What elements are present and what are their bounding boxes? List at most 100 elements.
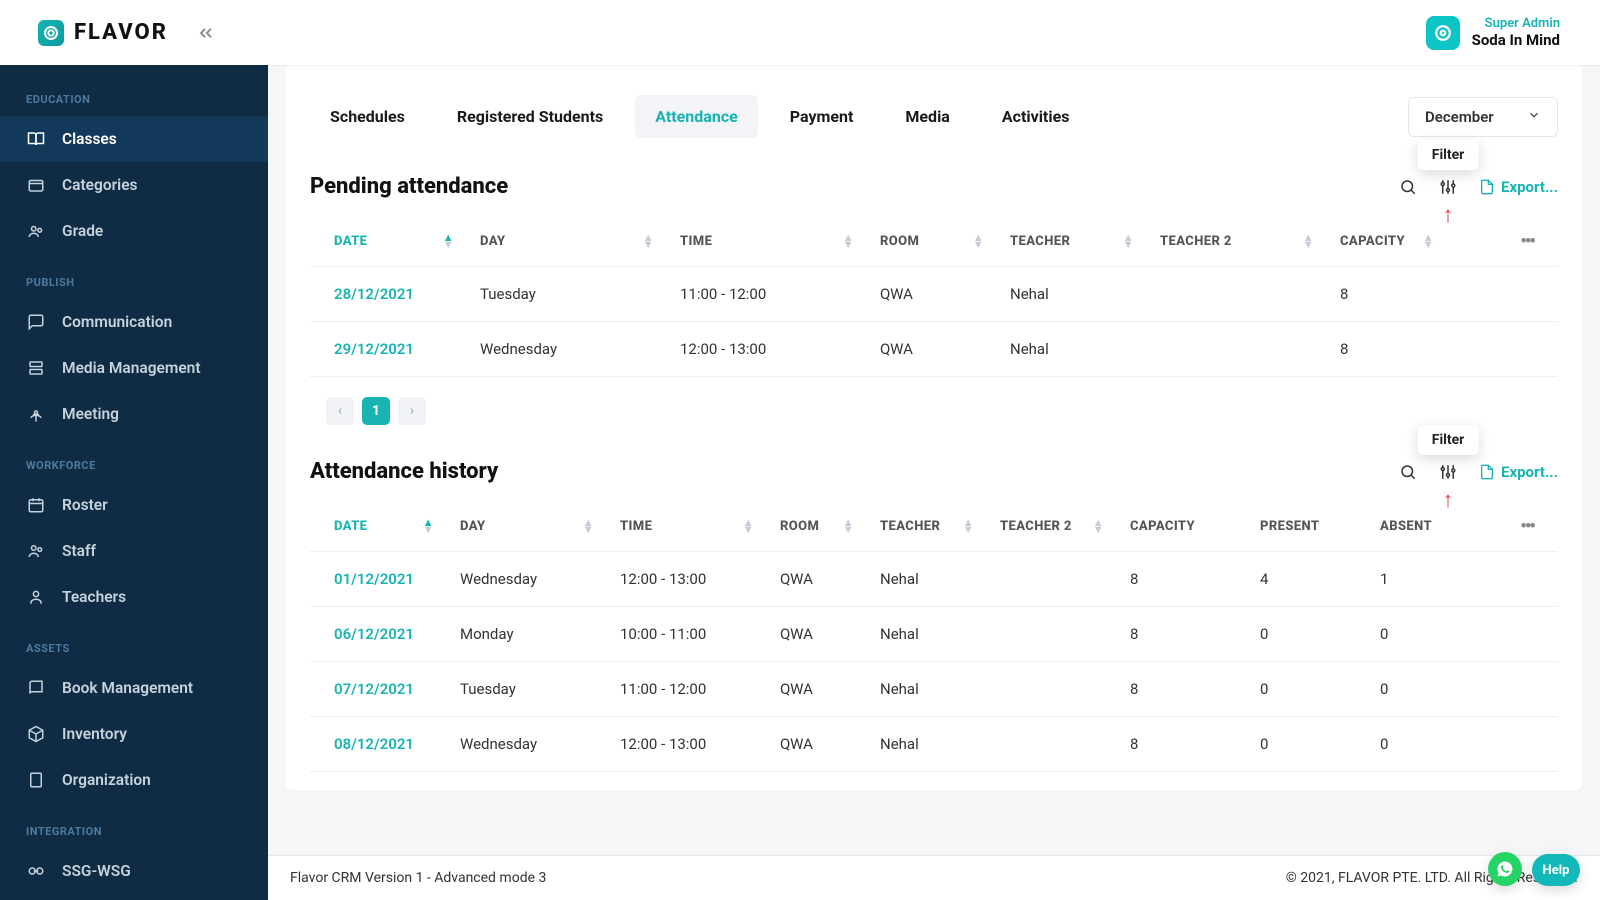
present-cell: 4 — [1250, 552, 1370, 607]
teacher-cell: Nehal — [1000, 267, 1150, 322]
export-button[interactable]: Export... — [1479, 463, 1558, 481]
sidebar-item-teachers[interactable]: Teachers — [0, 574, 268, 620]
date-cell[interactable]: 29/12/2021 — [310, 322, 470, 377]
sidebar-item-grade[interactable]: Grade — [0, 208, 268, 254]
tab-attendance[interactable]: Attendance — [635, 95, 758, 138]
sidebar-item-roster[interactable]: Roster — [0, 482, 268, 528]
layers-icon — [26, 358, 46, 378]
book-icon — [26, 678, 46, 698]
column-header[interactable]: ROOM▲▼ — [870, 217, 1000, 267]
date-cell[interactable]: 08/12/2021 — [310, 717, 450, 772]
date-cell[interactable]: 01/12/2021 — [310, 552, 450, 607]
date-cell[interactable]: 07/12/2021 — [310, 662, 450, 717]
column-header[interactable]: DAY▲▼ — [450, 502, 610, 552]
sidebar-item-inventory[interactable]: Inventory — [0, 711, 268, 757]
column-header[interactable]: CAPACITY — [1120, 502, 1250, 552]
sidebar-item-book-management[interactable]: Book Management — [0, 665, 268, 711]
date-cell[interactable]: 28/12/2021 — [310, 267, 470, 322]
time-cell: 12:00 - 13:00 — [610, 552, 770, 607]
export-label: Export... — [1501, 463, 1558, 481]
sidebar-item-staff[interactable]: Staff — [0, 528, 268, 574]
search-button[interactable] — [1399, 178, 1417, 196]
history-section-head: Attendance history Filter ↑ Export... — [310, 459, 1558, 484]
package-icon — [26, 175, 46, 195]
export-button[interactable]: Export... — [1479, 178, 1558, 196]
filter-button[interactable]: Filter ↑ — [1439, 178, 1457, 196]
sidebar-item-classes[interactable]: Classes — [0, 116, 268, 162]
avatar[interactable] — [1426, 16, 1460, 50]
tabs-row: Schedules Registered Students Attendance Pa… — [310, 95, 1558, 138]
table-row[interactable]: 08/12/2021 Wednesday 12:00 - 13:00 QWA N… — [310, 717, 1558, 772]
main-content: Schedules Registered Students Attendance Pa… — [268, 65, 1600, 856]
date-cell[interactable]: 06/12/2021 — [310, 607, 450, 662]
collapse-sidebar-button[interactable] — [196, 23, 216, 43]
tab-media[interactable]: Media — [885, 95, 969, 138]
sidebar-item-ssg-wsg[interactable]: SSG-WSG — [0, 848, 268, 894]
sidebar-item-label: Communication — [62, 313, 172, 331]
pager: ‹ 1 › — [326, 397, 1558, 425]
column-header[interactable]: PRESENT — [1250, 502, 1370, 552]
day-cell: Monday — [450, 607, 610, 662]
history-tools: Filter ↑ Export... — [1399, 463, 1558, 481]
sidebar-item-communication[interactable]: Communication — [0, 299, 268, 345]
column-header[interactable]: TEACHER 2▲▼ — [1150, 217, 1330, 267]
column-header[interactable]: ABSENT — [1370, 502, 1480, 552]
brand-logo[interactable]: FLAVOR — [38, 20, 168, 46]
sidebar-item-label: SSG-WSG — [62, 862, 131, 880]
tab-registered-students[interactable]: Registered Students — [437, 95, 623, 138]
absent-cell: 1 — [1370, 552, 1480, 607]
tab-payment[interactable]: Payment — [770, 95, 874, 138]
column-header[interactable]: DAY▲▼ — [470, 217, 670, 267]
present-cell: 0 — [1250, 717, 1370, 772]
sidebar-item-label: Book Management — [62, 679, 193, 697]
room-cell: QWA — [870, 267, 1000, 322]
help-button[interactable]: Help — [1532, 854, 1580, 886]
table-row[interactable]: 28/12/2021 Tuesday 11:00 - 12:00 QWA Neh… — [310, 267, 1558, 322]
more-column[interactable]: ••• — [1450, 217, 1558, 267]
sidebar-item-organization[interactable]: Organization — [0, 757, 268, 803]
podcast-icon — [26, 404, 46, 424]
sidebar-section-title: EDUCATION — [0, 87, 268, 116]
capacity-cell: 8 — [1120, 607, 1250, 662]
pager-prev[interactable]: ‹ — [326, 397, 354, 425]
sidebar-item-categories[interactable]: Categories — [0, 162, 268, 208]
sidebar-item-label: Media Management — [62, 359, 201, 377]
teacher2-cell — [990, 717, 1120, 772]
user-meta[interactable]: Super Admin Soda In Mind — [1472, 16, 1560, 50]
column-header[interactable]: DATE▲▼ — [310, 217, 470, 267]
column-header[interactable]: TEACHER 2▲▼ — [990, 502, 1120, 552]
day-cell: Tuesday — [470, 267, 670, 322]
search-button[interactable] — [1399, 463, 1417, 481]
class-card: Schedules Registered Students Attendance Pa… — [286, 65, 1582, 790]
column-header[interactable]: TIME▲▼ — [670, 217, 870, 267]
sidebar-section-title: WORKFORCE — [0, 453, 268, 482]
sidebar-item-meeting[interactable]: Meeting — [0, 391, 268, 437]
sidebar-item-label: Grade — [62, 222, 103, 240]
day-cell: Wednesday — [450, 717, 610, 772]
tab-schedules[interactable]: Schedules — [310, 95, 425, 138]
column-header[interactable]: CAPACITY▲▼ — [1330, 217, 1450, 267]
column-header[interactable]: TEACHER▲▼ — [870, 502, 990, 552]
column-header[interactable]: TEACHER▲▼ — [1000, 217, 1150, 267]
column-header[interactable]: DATE▲▼ — [310, 502, 450, 552]
table-row[interactable]: 01/12/2021 Wednesday 12:00 - 13:00 QWA N… — [310, 552, 1558, 607]
teacher-cell: Nehal — [870, 607, 990, 662]
sidebar-section-title: ASSETS — [0, 636, 268, 665]
column-header[interactable]: TIME▲▼ — [610, 502, 770, 552]
export-label: Export... — [1501, 178, 1558, 196]
teacher-cell: Nehal — [870, 662, 990, 717]
help-label: Help — [1543, 863, 1570, 878]
filter-button[interactable]: Filter ↑ — [1439, 463, 1457, 481]
table-row[interactable]: 07/12/2021 Tuesday 11:00 - 12:00 QWA Neh… — [310, 662, 1558, 717]
pager-page[interactable]: 1 — [362, 397, 390, 425]
more-column[interactable]: ••• — [1480, 502, 1558, 552]
sidebar-item-label: Teachers — [62, 588, 126, 606]
tab-activities[interactable]: Activities — [982, 95, 1090, 138]
table-row[interactable]: 29/12/2021 Wednesday 12:00 - 13:00 QWA N… — [310, 322, 1558, 377]
table-row[interactable]: 06/12/2021 Monday 10:00 - 11:00 QWA Neha… — [310, 607, 1558, 662]
month-select[interactable]: December — [1408, 97, 1558, 137]
whatsapp-button[interactable] — [1488, 852, 1522, 886]
pager-next[interactable]: › — [398, 397, 426, 425]
sidebar-item-media-management[interactable]: Media Management — [0, 345, 268, 391]
column-header[interactable]: ROOM▲▼ — [770, 502, 870, 552]
